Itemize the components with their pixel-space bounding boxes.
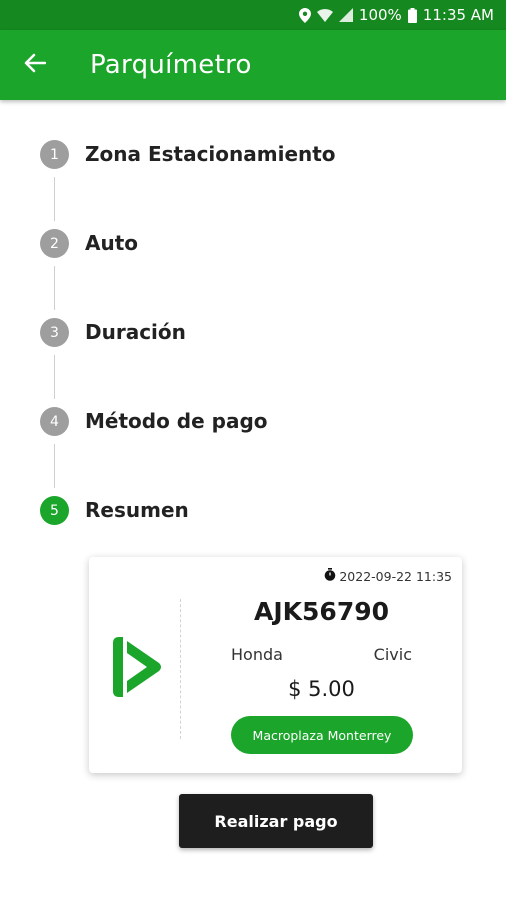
step-label: Resumen [85, 498, 189, 522]
step-label: Duración [85, 320, 186, 344]
back-button[interactable] [0, 30, 70, 100]
step-connector [54, 266, 55, 310]
location-icon [298, 7, 311, 23]
step-number: 3 [40, 318, 69, 347]
step-zona-estacionamiento[interactable]: 1 Zona Estacionamiento [40, 140, 480, 229]
step-number: 4 [40, 407, 69, 436]
page-title: Parquímetro [90, 50, 252, 80]
pay-button[interactable]: Realizar pago [179, 794, 373, 848]
wifi-icon [316, 8, 333, 22]
step-number: 2 [40, 229, 69, 258]
stopwatch-icon [324, 568, 336, 584]
timestamp: 2022-09-22 11:35 [324, 568, 452, 584]
battery-icon [407, 7, 417, 23]
car-make: Honda [231, 645, 283, 664]
step-metodo-de-pago[interactable]: 4 Método de pago [40, 407, 480, 496]
stepper: 1 Zona Estacionamiento 2 Auto 3 Duración… [40, 140, 480, 536]
summary-card: 2022-09-22 11:35 AJK56790 Honda Civic $ … [89, 557, 462, 773]
signal-icon [338, 8, 353, 22]
step-connector [54, 177, 55, 221]
step-label: Método de pago [85, 409, 268, 433]
step-connector [54, 355, 55, 399]
car-model: Civic [373, 645, 412, 664]
app-bar: Parquímetro [0, 30, 506, 100]
license-plate: AJK56790 [254, 597, 389, 626]
step-duracion[interactable]: 3 Duración [40, 318, 480, 407]
step-resumen[interactable]: 5 Resumen [40, 496, 480, 536]
status-bar: 100% 11:35 AM [0, 0, 506, 30]
step-number: 1 [40, 140, 69, 169]
card-divider [180, 599, 181, 739]
status-time: 11:35 AM [422, 6, 494, 24]
step-auto[interactable]: 2 Auto [40, 229, 480, 318]
step-connector [54, 444, 55, 488]
parking-logo-icon [109, 637, 165, 697]
arrow-left-icon [24, 53, 47, 77]
step-number-active: 5 [40, 496, 69, 525]
step-label: Auto [85, 231, 139, 255]
timestamp-text: 2022-09-22 11:35 [339, 568, 452, 584]
price: $ 5.00 [288, 677, 355, 701]
zone-chip[interactable]: Macroplaza Monterrey [231, 716, 413, 754]
step-label: Zona Estacionamiento [85, 142, 336, 166]
battery-percent: 100% [358, 6, 402, 24]
